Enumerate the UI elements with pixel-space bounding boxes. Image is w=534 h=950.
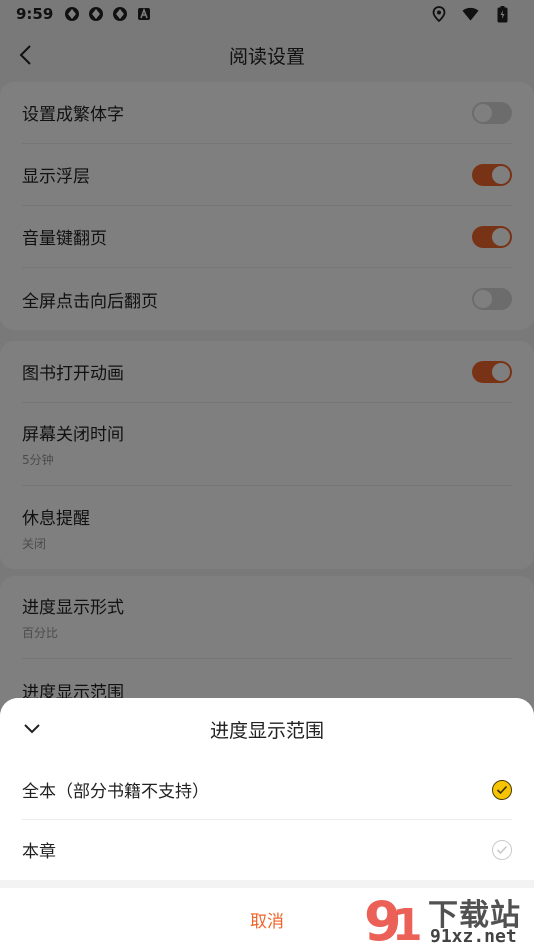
chevron-down-icon: [24, 724, 40, 734]
unselected-check-icon: [492, 839, 512, 860]
option-whole-book[interactable]: 全本（部分书籍不支持）: [22, 760, 512, 820]
sheet-options: 全本（部分书籍不支持） 本章: [0, 760, 534, 880]
sheet-header: 进度显示范围: [0, 698, 534, 760]
sheet-title: 进度显示范围: [209, 719, 324, 742]
option-label: 本章: [22, 842, 56, 862]
collapse-sheet-button[interactable]: [20, 717, 44, 741]
option-label: 全本（部分书籍不支持）: [22, 782, 209, 802]
cancel-label: 取消: [250, 911, 284, 932]
watermark-logo: 9 1 下载站 91xz.net: [362, 888, 534, 950]
svg-text:1: 1: [392, 900, 423, 950]
selected-check-icon: [492, 779, 512, 800]
option-current-chapter[interactable]: 本章: [22, 820, 512, 879]
watermark-domain: 91xz.net: [430, 926, 517, 947]
